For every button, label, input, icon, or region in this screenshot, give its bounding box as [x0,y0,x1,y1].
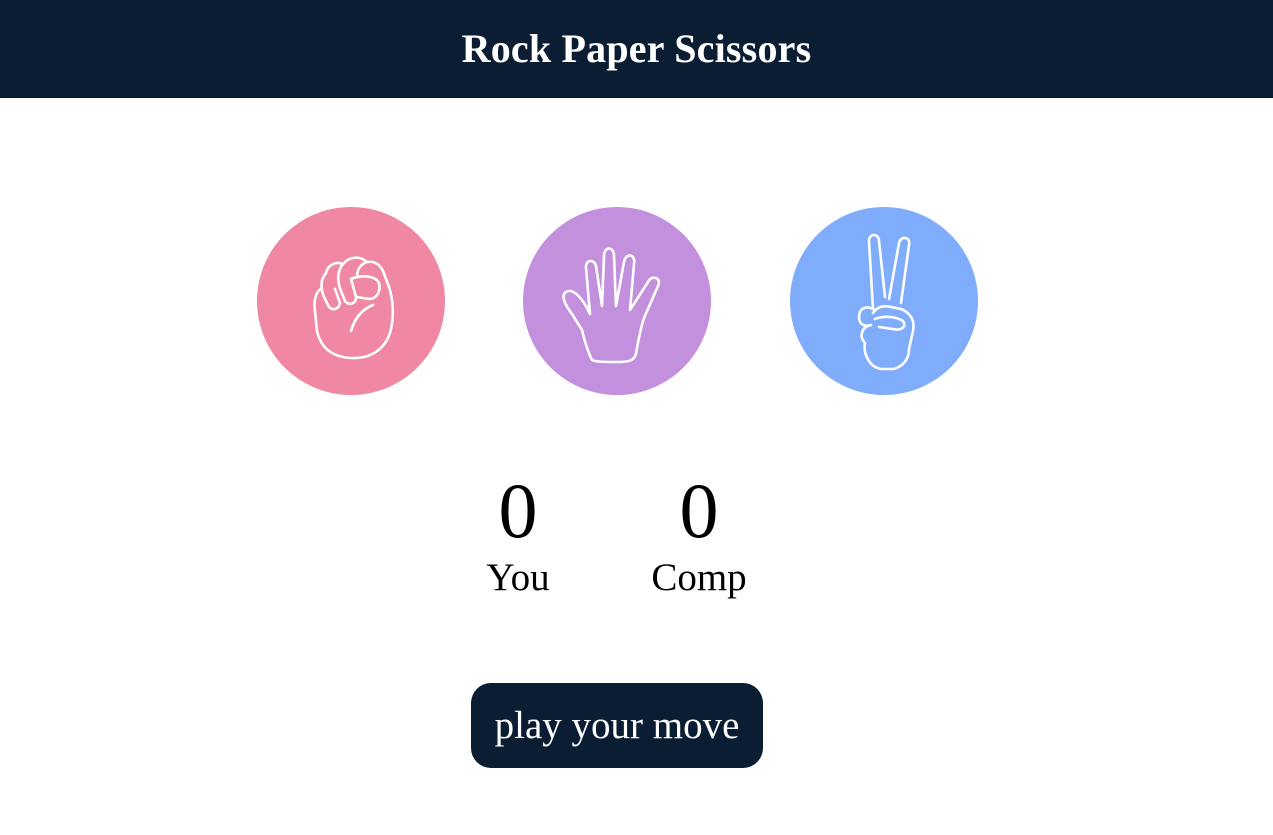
computer-score: 0 Comp [619,468,779,600]
open-hand-icon [562,247,661,364]
header-bar: Rock Paper Scissors [0,0,1273,98]
play-move-button[interactable]: play your move [471,683,763,768]
paper-choice-button[interactable] [523,207,711,395]
fist-icon [313,256,395,360]
rock-choice-button[interactable] [257,207,445,395]
page-title: Rock Paper Scissors [461,25,812,71]
computer-score-value: 0 [679,467,719,554]
player-score: 0 You [438,468,598,600]
player-score-label: You [486,556,550,599]
peace-hand-icon [857,233,915,371]
computer-score-label: Comp [651,556,747,599]
scissors-choice-button[interactable] [790,207,978,395]
player-score-value: 0 [498,467,538,554]
